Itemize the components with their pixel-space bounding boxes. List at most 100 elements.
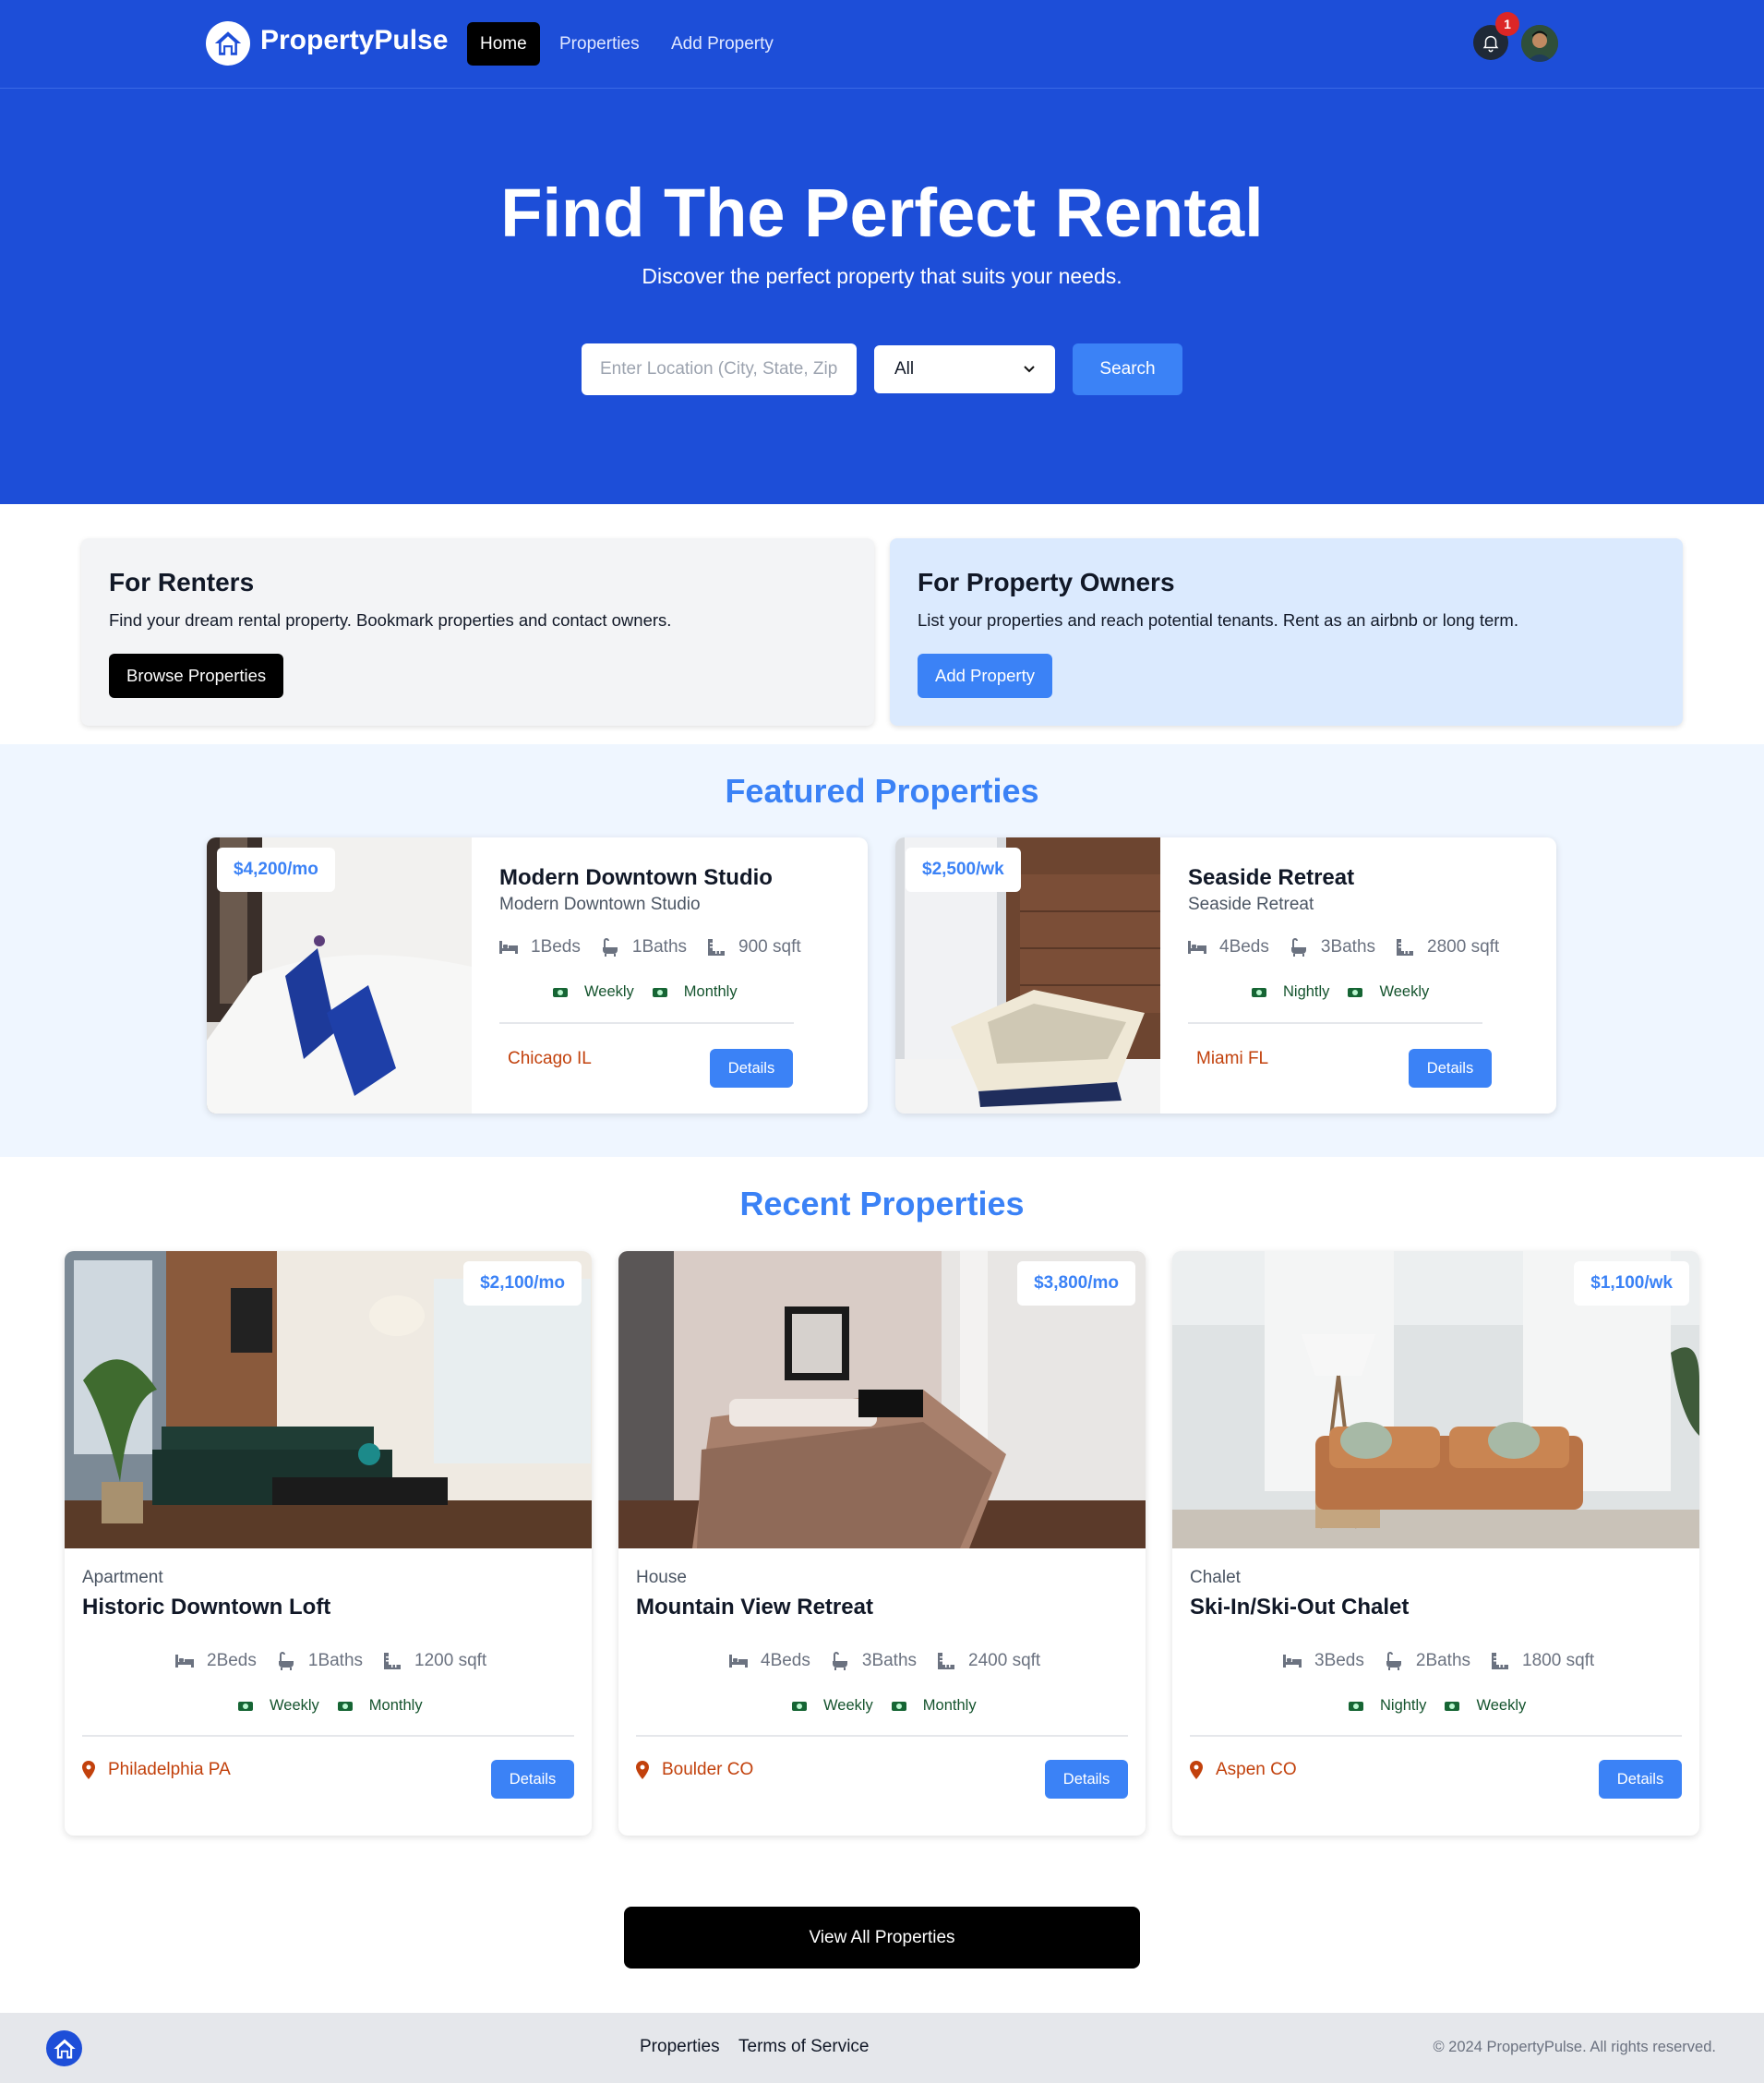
ruler-icon: [708, 939, 726, 956]
user-avatar[interactable]: [1521, 25, 1558, 62]
bed-icon: [175, 1655, 194, 1668]
sqft-value: 1800 sqft: [1522, 1651, 1595, 1670]
ruler-icon: [1397, 939, 1414, 956]
details-button[interactable]: Details: [1045, 1760, 1128, 1799]
baths-count: 1Baths: [631, 937, 688, 957]
logo-house-icon[interactable]: [206, 21, 250, 66]
sqft-value: 2400 sqft: [968, 1651, 1041, 1670]
footer: Properties Terms of Service © 2024 Prope…: [0, 2013, 1764, 2083]
property-name[interactable]: Mountain View Retreat: [636, 1595, 873, 1620]
rate-label: Weekly: [823, 1697, 873, 1714]
footer-link-properties[interactable]: Properties: [640, 2037, 720, 2057]
featured-card[interactable]: $2,500/wk Seaside Retreat Seaside Retrea…: [895, 837, 1556, 1114]
beds-count: 4Beds: [1219, 937, 1269, 957]
price-tag: $3,800/mo: [1017, 1261, 1135, 1306]
money-icon: [1445, 1701, 1460, 1711]
bath-icon: [832, 1652, 847, 1670]
property-type: Apartment: [82, 1568, 163, 1587]
property-card[interactable]: $3,800/mo House Mountain View Retreat 4B…: [618, 1251, 1146, 1836]
nav-link-add-property[interactable]: Add Property: [658, 22, 786, 66]
hero-section: Find The Perfect Rental Discover the per…: [0, 89, 1764, 504]
property-location: Chicago IL: [508, 1049, 592, 1068]
owners-title: For Property Owners: [918, 568, 1175, 596]
nav-link-home[interactable]: Home: [467, 22, 540, 66]
property-location: Aspen CO: [1190, 1760, 1297, 1780]
rate-label: Monthly: [368, 1697, 423, 1714]
rate-label: Monthly: [683, 983, 738, 1000]
details-button[interactable]: Details: [1409, 1049, 1492, 1088]
bell-icon: [1482, 35, 1499, 53]
property-name[interactable]: Historic Downtown Loft: [82, 1595, 330, 1620]
notification-count-badge: 1: [1495, 12, 1519, 36]
brand-name[interactable]: PropertyPulse: [260, 25, 448, 56]
browse-properties-button[interactable]: Browse Properties: [109, 654, 284, 698]
card-divider: [1190, 1735, 1682, 1737]
rate-label: Nightly: [1283, 983, 1330, 1000]
bed-icon: [729, 1655, 748, 1668]
rate-label: Weekly: [270, 1697, 319, 1714]
owners-text: List your properties and reach potential…: [918, 610, 1518, 630]
footer-link-terms[interactable]: Terms of Service: [738, 2037, 869, 2057]
property-location: Philadelphia PA: [82, 1760, 231, 1780]
rental-rates: Weekly Monthly: [238, 1697, 441, 1715]
property-type: Chalet: [1190, 1568, 1241, 1587]
price-tag: $2,500/wk: [906, 848, 1021, 892]
bed-icon: [1188, 941, 1206, 954]
view-all-properties-button[interactable]: View All Properties: [624, 1907, 1140, 1969]
sqft-value: 900 sqft: [738, 937, 801, 957]
property-name[interactable]: Modern Downtown Studio: [499, 865, 773, 891]
money-icon: [553, 987, 568, 997]
hero-subtitle: Discover the perfect property that suits…: [642, 264, 1122, 288]
rate-label: Weekly: [1476, 1697, 1527, 1714]
property-stats: 4Beds 3Baths 2400 sqft: [729, 1651, 1061, 1671]
beds-count: 3Beds: [1314, 1651, 1364, 1670]
rate-label: Weekly: [1379, 983, 1430, 1000]
property-location: Miami FL: [1196, 1049, 1269, 1068]
property-type-select[interactable]: All: [874, 345, 1055, 393]
rental-rates: Nightly Weekly: [1252, 983, 1447, 1001]
map-marker-icon: [636, 1761, 649, 1779]
property-card[interactable]: $1,100/wk Chalet Ski-In/Ski-Out Chalet 3…: [1172, 1251, 1699, 1836]
location-search-input[interactable]: Enter Location (City, State, Zip: [582, 343, 857, 395]
bed-icon: [1283, 1655, 1302, 1668]
property-stats: 1Beds 1Baths 900 sqft: [499, 937, 822, 957]
featured-card[interactable]: $4,200/mo Modern Downtown Studio Modern …: [207, 837, 868, 1114]
property-stats: 2Beds 1Baths 1200 sqft: [175, 1651, 507, 1671]
property-stats: 4Beds 3Baths 2800 sqft: [1188, 937, 1519, 957]
property-subtitle: Modern Downtown Studio: [499, 895, 701, 914]
property-card[interactable]: $2,100/mo Apartment Historic Downtown Lo…: [65, 1251, 592, 1836]
price-tag: $2,100/mo: [463, 1261, 582, 1306]
property-location: Boulder CO: [636, 1760, 753, 1780]
money-icon: [652, 987, 667, 997]
ruler-icon: [384, 1653, 402, 1669]
bath-icon: [1290, 938, 1306, 957]
copyright-text: © 2024 PropertyPulse. All rights reserve…: [1433, 2039, 1716, 2055]
details-button[interactable]: Details: [491, 1760, 574, 1799]
bath-icon: [602, 938, 618, 957]
details-button[interactable]: Details: [1599, 1760, 1682, 1799]
rental-rates: Weekly Monthly: [792, 1697, 995, 1715]
property-type: House: [636, 1568, 687, 1587]
footer-house-icon[interactable]: [46, 2030, 82, 2066]
nav-link-properties[interactable]: Properties: [546, 22, 653, 66]
card-divider: [499, 1022, 794, 1024]
card-divider: [82, 1735, 574, 1737]
property-name[interactable]: Seaside Retreat: [1188, 865, 1354, 891]
search-button[interactable]: Search: [1073, 343, 1182, 395]
add-property-button[interactable]: Add Property: [918, 654, 1052, 698]
rate-label: Weekly: [584, 983, 634, 1000]
owners-box: For Property Owners List your properties…: [890, 538, 1683, 726]
recent-title: Recent Properties: [739, 1185, 1025, 1222]
location-text: Philadelphia PA: [108, 1760, 231, 1779]
bath-icon: [1386, 1652, 1401, 1670]
property-name[interactable]: Ski-In/Ski-Out Chalet: [1190, 1595, 1409, 1620]
property-type-selected: All: [894, 359, 915, 379]
rental-rates: Nightly Weekly: [1349, 1697, 1544, 1715]
baths-count: 1Baths: [307, 1651, 364, 1670]
money-icon: [1348, 987, 1363, 997]
details-button[interactable]: Details: [710, 1049, 793, 1088]
baths-count: 3Baths: [1320, 937, 1376, 957]
bath-icon: [278, 1652, 294, 1670]
navbar: PropertyPulse Home Properties Add Proper…: [0, 0, 1764, 89]
map-marker-icon: [1190, 1761, 1203, 1779]
